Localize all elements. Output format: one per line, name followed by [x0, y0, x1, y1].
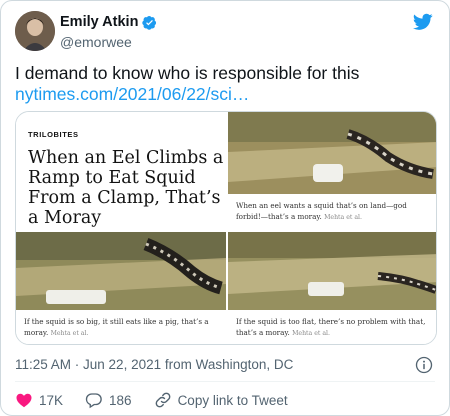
tweet-card[interactable]: Emily Atkin @emorwee I demand to know wh…	[0, 0, 450, 416]
author-name[interactable]: Emily Atkin	[60, 14, 157, 30]
copy-link-label: Copy link to Tweet	[177, 392, 288, 408]
eel-photo-1	[228, 112, 436, 194]
like-count: 17K	[39, 392, 64, 408]
eel-photo-3	[228, 232, 436, 310]
divider	[15, 381, 435, 382]
photo-caption-1: When an eel wants a squid that’s on land…	[236, 200, 432, 223]
reply-count: 186	[109, 392, 132, 408]
copy-link-button[interactable]: Copy link to Tweet	[154, 391, 288, 409]
media-photo-3[interactable]: If the squid is too flat, there’s no pro…	[228, 232, 436, 344]
reply-button[interactable]: 186	[85, 391, 132, 409]
caption-credit-3: Mehta et al.	[292, 330, 330, 337]
verified-badge-icon	[142, 15, 157, 30]
photo-caption-2: If the squid is so big, it still eats li…	[24, 316, 220, 339]
caption-text-1: When an eel wants a squid that’s on land…	[236, 201, 407, 221]
tweet-link[interactable]: nytimes.com/2021/06/22/sci…	[15, 84, 249, 104]
caption-text-3: If the squid is too flat, there’s no pro…	[236, 317, 426, 337]
photo-caption-3: If the squid is too flat, there’s no pro…	[236, 316, 432, 339]
media-grid[interactable]: TRILOBITES When an Eel Climbs a Ramp to …	[15, 111, 437, 345]
info-icon[interactable]	[415, 356, 433, 374]
tweet-text: I demand to know who is responsible for …	[15, 63, 360, 83]
heart-icon	[16, 393, 32, 408]
article-kicker: TRILOBITES	[28, 130, 79, 139]
eel-photo-2	[16, 232, 226, 310]
media-photo-1[interactable]: When an eel wants a squid that’s on land…	[228, 112, 436, 230]
twitter-bird-icon[interactable]	[413, 13, 433, 31]
media-headline-panel[interactable]: TRILOBITES When an Eel Climbs a Ramp to …	[16, 112, 226, 230]
reply-icon	[85, 393, 102, 409]
tweet-actions: 17K 186 Copy link to Tweet	[15, 389, 310, 411]
link-icon	[155, 392, 170, 408]
caption-credit-2: Mehta et al.	[50, 330, 89, 337]
like-button[interactable]: 17K	[15, 391, 63, 409]
article-headline: When an Eel Climbs a Ramp to Eat Squid F…	[28, 148, 224, 228]
caption-credit-1: Mehta et al.	[324, 214, 362, 221]
avatar[interactable]	[15, 11, 55, 51]
tweet-timestamp[interactable]: 11:25 AM · Jun 22, 2021 from Washington,…	[15, 357, 293, 372]
media-photo-2[interactable]: If the squid is so big, it still eats li…	[16, 232, 226, 344]
author-name-text[interactable]: Emily Atkin	[60, 14, 138, 30]
author-handle[interactable]: @emorwee	[60, 34, 132, 50]
